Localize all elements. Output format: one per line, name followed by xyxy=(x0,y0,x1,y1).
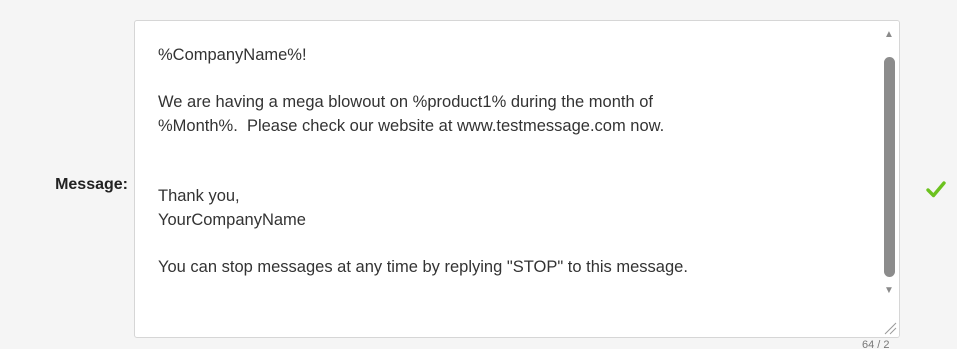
character-counter: 64 / 2 xyxy=(862,339,890,351)
scroll-down-arrow-icon[interactable]: ▼ xyxy=(879,285,899,297)
message-line-1: %CompanyName%! xyxy=(158,46,307,64)
form-panel: Message: %CompanyName%! We are having a … xyxy=(0,0,957,351)
vertical-scrollbar[interactable]: ▲ ▼ xyxy=(879,21,899,337)
message-line-4: %Month%. Please check our website at www… xyxy=(158,116,665,135)
message-line-7: Thank you, xyxy=(158,187,240,205)
message-line-6 xyxy=(158,162,873,186)
message-text[interactable]: %CompanyName%! We are having a mega blow… xyxy=(158,44,873,279)
resize-grip-icon[interactable] xyxy=(881,319,897,335)
message-textarea[interactable]: %CompanyName%! We are having a mega blow… xyxy=(134,20,900,338)
scroll-up-arrow-icon[interactable]: ▲ xyxy=(879,29,899,41)
message-line-8: YourCompanyName xyxy=(158,210,306,229)
message-row: Message: %CompanyName%! We are having a … xyxy=(0,0,957,351)
message-label: Message: xyxy=(55,176,128,193)
message-line-3: We are having a mega blowout on %product… xyxy=(158,93,653,111)
message-line-2 xyxy=(158,68,873,92)
checkmark-icon xyxy=(926,181,946,198)
message-line-5 xyxy=(158,138,873,162)
message-line-10: You can stop messages at any time by rep… xyxy=(158,257,688,276)
message-line-9 xyxy=(158,232,873,256)
scroll-thumb[interactable] xyxy=(884,57,895,277)
